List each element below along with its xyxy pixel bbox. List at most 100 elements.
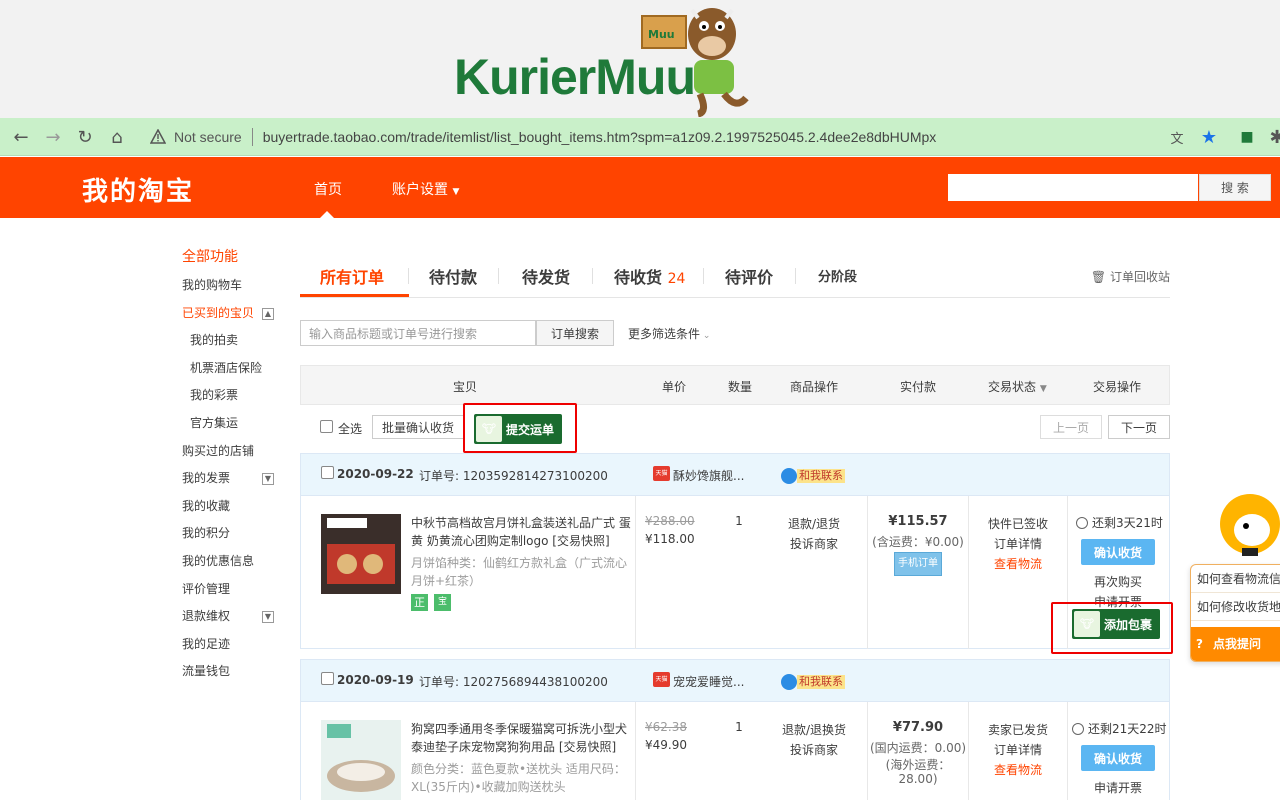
- sidebar-item-data-wallet[interactable]: 流量钱包: [182, 658, 282, 686]
- tmall-icon: 天猫: [653, 672, 670, 687]
- sidebar-item-shops[interactable]: 购买过的店铺: [182, 438, 282, 466]
- collapse-toggle-icon[interactable]: ▲: [262, 307, 274, 320]
- order-search-input[interactable]: 输入商品标题或订单号进行搜索: [300, 320, 536, 346]
- sidebar-item-footprints[interactable]: 我的足迹: [182, 631, 282, 659]
- ask-question-button[interactable]: ? 点我提问: [1191, 627, 1280, 661]
- address-bar[interactable]: Not secure buyertrade.taobao.com/trade/i…: [142, 122, 1162, 152]
- contact-seller-link[interactable]: 和我联系: [797, 675, 845, 689]
- sidebar-item-lottery[interactable]: 我的彩票: [182, 382, 282, 410]
- recycle-bin-label: 订单回收站: [1109, 270, 1170, 284]
- order-checkbox[interactable]: [321, 672, 334, 685]
- product-thumbnail[interactable]: [321, 514, 401, 594]
- tab-pending-review[interactable]: 待评价: [725, 264, 773, 288]
- add-package-button[interactable]: 🐮 添加包裹: [1072, 609, 1160, 639]
- expand-toggle-icon[interactable]: ▼: [262, 473, 274, 486]
- sidebar-item-cart[interactable]: 我的购物车: [182, 272, 282, 300]
- puzzle-extensions-icon[interactable]: ✱: [1266, 126, 1280, 148]
- tab-all-orders[interactable]: 所有订单: [320, 264, 384, 288]
- prev-page-button[interactable]: 上一页: [1040, 415, 1102, 439]
- confirm-receipt-button[interactable]: 确认收货: [1081, 539, 1155, 565]
- sidebar-item-invoice[interactable]: 我的发票 ▼: [182, 465, 282, 493]
- sidebar-item-reviews[interactable]: 评价管理: [182, 576, 282, 604]
- view-logistics-link[interactable]: 查看物流: [969, 554, 1067, 574]
- submit-waybill-button[interactable]: 🐮 提交运单: [474, 414, 562, 444]
- shop-name-link[interactable]: 酥妙馋旗舰...: [673, 467, 744, 484]
- status-text: 快件已签收: [987, 517, 1048, 531]
- complain-link[interactable]: 投诉商家: [771, 740, 857, 760]
- shop-name-link[interactable]: 宠宠爱睡觉...: [673, 673, 744, 690]
- more-filters-link[interactable]: 更多筛选条件 ⌄: [628, 325, 710, 342]
- product-title-link[interactable]: 狗窝四季通用冬季保暖猫窝可拆洗小型犬泰迪垫子床宠物窝狗狗用品 [交易快照]: [411, 720, 633, 756]
- complain-link[interactable]: 投诉商家: [771, 534, 857, 554]
- sidebar-item-refunds[interactable]: 退款维权 ▼: [182, 603, 282, 631]
- sidebar-head[interactable]: 全部功能: [182, 246, 282, 272]
- extension-cow-icon[interactable]: ■: [1236, 126, 1258, 148]
- recycle-bin-link[interactable]: 🗑 订单回收站: [1091, 268, 1170, 285]
- status-cell: 卖家已发货 订单详情 查看物流: [969, 720, 1067, 780]
- browser-toolbar: ← → ↻ ⌂ Not secure buyertrade.taobao.com…: [0, 118, 1280, 156]
- select-all-checkbox[interactable]: [320, 420, 333, 433]
- tab-pending-shipment[interactable]: 待发货: [522, 264, 570, 288]
- sidebar-item-auction[interactable]: 我的拍卖: [182, 327, 282, 355]
- sidebar-item-consolidation[interactable]: 官方集运: [182, 410, 282, 438]
- col-status[interactable]: 交易状态 ▼: [988, 378, 1047, 395]
- product-thumbnail[interactable]: [321, 720, 401, 800]
- home-icon[interactable]: ⌂: [106, 126, 128, 148]
- order-body: 中秋节高档故宫月饼礼盒装送礼品广式 蛋黄 奶黄流心团购定制logo [交易快照]…: [301, 496, 1169, 649]
- tab-pending-payment[interactable]: 待付款: [429, 264, 477, 288]
- order-checkbox[interactable]: [321, 466, 334, 479]
- nav-account-settings[interactable]: 账户设置 ▼: [392, 179, 459, 199]
- tab-pending-receipt-label: 待收货: [614, 268, 663, 287]
- batch-confirm-button[interactable]: 批量确认收货: [372, 415, 464, 439]
- chevron-down-icon: ▼: [452, 187, 460, 197]
- nav-home[interactable]: 首页: [314, 179, 342, 199]
- assistant-mascot-icon[interactable]: [1214, 486, 1280, 562]
- expand-toggle-icon[interactable]: ▼: [262, 611, 274, 624]
- question-icon: ?: [1196, 637, 1203, 651]
- faq-logistics-link[interactable]: 如何查看物流信息: [1191, 565, 1280, 593]
- url-text[interactable]: buyertrade.taobao.com/trade/itemlist/lis…: [263, 129, 937, 145]
- sidebar-item-travel[interactable]: 机票酒店保险: [182, 355, 282, 383]
- page-title[interactable]: 我的淘宝: [82, 171, 194, 208]
- faq-address-link[interactable]: 如何修改收货地址: [1191, 593, 1280, 621]
- chat-bubble-icon[interactable]: [781, 674, 797, 690]
- sidebar-item-label: 我的足迹: [182, 636, 231, 651]
- order-search-button[interactable]: 订单搜索: [536, 320, 614, 346]
- header-search-button[interactable]: 搜 索: [1199, 174, 1271, 201]
- order-body: 狗窝四季通用冬季保暖猫窝可拆洗小型犬泰迪垫子床宠物窝狗狗用品 [交易快照] 颜色…: [301, 702, 1169, 800]
- order-card: 2020-09-19 订单号: 1202756894438100200 天猫 宠…: [300, 659, 1170, 800]
- header-search-input[interactable]: [948, 174, 1198, 201]
- pending-receipt-count: 24: [667, 271, 686, 287]
- order-detail-link[interactable]: 订单详情: [969, 740, 1067, 760]
- confirm-receipt-button[interactable]: 确认收货: [1081, 745, 1155, 771]
- contact-seller-link[interactable]: 和我联系: [797, 469, 845, 483]
- sidebar-item-bought[interactable]: 已买到的宝贝 ▲: [182, 300, 282, 328]
- active-tab-underline: [300, 294, 409, 297]
- product-attributes: 月饼馅种类：仙鹤红方款礼盒（广式流心月饼+红茶）: [411, 556, 628, 588]
- bookmark-star-icon[interactable]: ★: [1198, 126, 1220, 148]
- cow-package-icon: 🐮: [1074, 611, 1100, 637]
- forward-arrow-icon[interactable]: →: [42, 126, 64, 148]
- sidebar-item-points[interactable]: 我的积分: [182, 520, 282, 548]
- product-title-link[interactable]: 中秋节高档故宫月饼礼盒装送礼品广式 蛋黄 奶黄流心团购定制logo [交易快照]: [411, 514, 633, 550]
- shipping-fee: (含运费：¥0.00): [872, 535, 964, 549]
- tab-pending-receipt[interactable]: 待收货 24: [614, 264, 685, 288]
- chat-bubble-icon[interactable]: [781, 468, 797, 484]
- back-arrow-icon[interactable]: ←: [10, 126, 32, 148]
- next-page-button[interactable]: 下一页: [1108, 415, 1170, 439]
- sidebar-item-favorites[interactable]: 我的收藏: [182, 493, 282, 521]
- refund-link[interactable]: 退款/退换货: [771, 720, 857, 740]
- sidebar-item-label: 机票酒店保险: [190, 360, 263, 375]
- request-invoice-link[interactable]: 申请开票: [1068, 778, 1168, 798]
- sidebar-item-label: 流量钱包: [182, 664, 231, 679]
- sidebar-item-coupons[interactable]: 我的优惠信息: [182, 548, 282, 576]
- buy-again-link[interactable]: 再次购买: [1068, 572, 1168, 592]
- order-detail-link[interactable]: 订单详情: [969, 534, 1067, 554]
- guarantee-badge: 宝: [434, 594, 451, 611]
- view-logistics-link[interactable]: 查看物流: [969, 760, 1067, 780]
- refund-link[interactable]: 退款/退货: [771, 514, 857, 534]
- translate-icon[interactable]: 文: [1166, 126, 1188, 148]
- tab-installment[interactable]: 分阶段: [818, 266, 857, 285]
- reload-icon[interactable]: ↻: [74, 126, 96, 148]
- clock-icon: [1072, 723, 1084, 735]
